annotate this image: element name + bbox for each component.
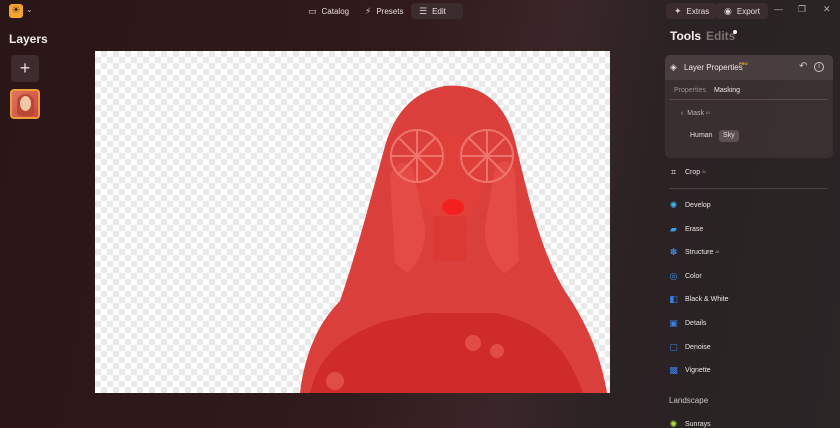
layers-icon: ◈ bbox=[670, 62, 677, 72]
tab-masking[interactable]: Masking bbox=[714, 87, 740, 94]
add-layer-button[interactable]: + bbox=[11, 55, 39, 82]
sun-icon: ✺ bbox=[669, 199, 678, 210]
sliders-icon: ☰ bbox=[419, 5, 428, 16]
tool-label: Denoise bbox=[685, 343, 711, 351]
extras-button[interactable]: ✦ Extras bbox=[666, 3, 718, 19]
tool-label: Structure bbox=[685, 248, 714, 256]
minimize-icon[interactable]: — bbox=[774, 4, 783, 14]
palette-icon: ◎ bbox=[669, 270, 678, 281]
restore-icon[interactable]: ❐ bbox=[798, 4, 806, 15]
info-icon[interactable]: i bbox=[814, 62, 824, 72]
tool-crop[interactable]: ⌗ Crop AI bbox=[669, 165, 706, 179]
mask-row[interactable]: ‹ Mask AI bbox=[681, 110, 710, 117]
tool-color[interactable]: ◎ Color bbox=[669, 269, 702, 283]
plus-icon: + bbox=[19, 58, 31, 78]
tool-structure[interactable]: ✽ Structure AI bbox=[669, 245, 719, 259]
tool-label: Develop bbox=[685, 201, 711, 209]
nav-catalog[interactable]: ▭ Catalog bbox=[300, 3, 357, 19]
ai-badge: AI bbox=[705, 110, 710, 115]
denoise-icon: ▢ bbox=[669, 341, 678, 352]
mask-label: Mask bbox=[687, 110, 704, 117]
section-landscape: Landscape bbox=[669, 396, 709, 405]
tab-edits[interactable]: Edits bbox=[706, 29, 735, 43]
layer-properties-header[interactable]: ◈ Layer Properties PRO ↶ i bbox=[665, 55, 833, 80]
tool-label: Sunrays bbox=[685, 420, 711, 428]
details-icon: ▣ bbox=[669, 317, 678, 328]
sparkle-icon: ✦ bbox=[674, 5, 682, 16]
chevron-left-icon: ‹ bbox=[681, 110, 684, 117]
ai-badge: AI bbox=[715, 248, 720, 254]
nav-edit[interactable]: ☰ Edit bbox=[411, 3, 463, 19]
tab-divider bbox=[670, 99, 828, 100]
tool-label: Vignette bbox=[685, 366, 711, 374]
nav-presets[interactable]: ⚡ Presets bbox=[357, 3, 411, 19]
tool-black-white[interactable]: ◧ Black & White bbox=[669, 292, 729, 306]
tool-erase[interactable]: ▰ Erase bbox=[669, 222, 703, 236]
close-icon[interactable]: ✕ bbox=[823, 4, 831, 15]
crop-icon: ⌗ bbox=[670, 166, 677, 177]
tool-denoise[interactable]: ▢ Denoise bbox=[669, 340, 711, 354]
vignette-icon: ▩ bbox=[669, 364, 678, 375]
tool-label: Color bbox=[685, 272, 702, 280]
tool-label: Black & White bbox=[685, 295, 729, 303]
half-square-icon: ◧ bbox=[669, 293, 678, 304]
mask-chip-human[interactable]: Human bbox=[686, 130, 717, 142]
tool-label: Erase bbox=[685, 225, 704, 233]
eraser-icon: ▰ bbox=[670, 223, 677, 234]
tab-tools[interactable]: Tools bbox=[670, 29, 701, 43]
folder-icon: ▭ bbox=[308, 5, 317, 16]
mask-chip-sky[interactable]: Sky bbox=[719, 130, 739, 142]
edits-indicator-dot bbox=[733, 30, 737, 34]
tab-properties[interactable]: Properties bbox=[674, 87, 706, 94]
sunrays-icon: ✺ bbox=[669, 418, 678, 428]
ai-badge: AI bbox=[702, 168, 706, 174]
wand-icon: ⚡ bbox=[365, 5, 372, 16]
export-icon: ◉ bbox=[724, 5, 732, 16]
tool-details[interactable]: ▣ Details bbox=[669, 316, 706, 330]
tool-label: Crop bbox=[685, 168, 701, 176]
layer-thumbnail[interactable] bbox=[10, 89, 40, 119]
export-button[interactable]: ◉ Export bbox=[716, 3, 768, 19]
structure-icon: ✽ bbox=[669, 246, 678, 257]
layer-properties-title: Layer Properties bbox=[684, 63, 743, 72]
thumb-face bbox=[20, 96, 31, 111]
image-canvas[interactable] bbox=[95, 51, 610, 393]
app-logo-icon[interactable]: ☀ bbox=[9, 4, 23, 18]
undo-icon[interactable]: ↶ bbox=[799, 61, 807, 72]
panel-divider bbox=[669, 188, 828, 189]
tool-label: Details bbox=[685, 319, 707, 327]
layer-properties-card: ◈ Layer Properties PRO ↶ i Properties Ma… bbox=[665, 55, 833, 158]
tool-sunrays[interactable]: ✺ Sunrays bbox=[669, 417, 711, 428]
layers-title: Layers bbox=[9, 32, 48, 46]
pro-badge: PRO bbox=[739, 61, 748, 66]
chevron-down-icon[interactable]: ⌄ bbox=[26, 5, 33, 14]
top-bar: ☀ ⌄ ▭ Catalog ⚡ Presets ☰ Edit ✦ Extras … bbox=[0, 0, 840, 22]
tool-develop[interactable]: ✺ Develop bbox=[669, 198, 711, 212]
masked-subject bbox=[300, 85, 607, 393]
tool-vignette[interactable]: ▩ Vignette bbox=[669, 363, 711, 377]
